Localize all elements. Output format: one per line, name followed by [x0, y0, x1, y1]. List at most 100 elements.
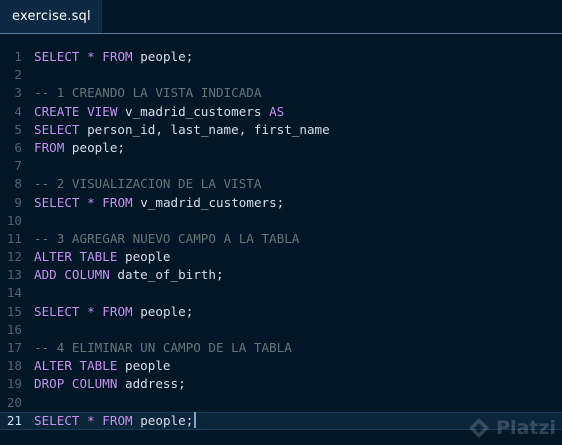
code-area[interactable]: 1 SELECT * FROM people; 2 3 -- 1 CREANDO LA … — [0, 48, 562, 430]
sql-identifier — [80, 195, 88, 210]
line-number: 3 — [14, 85, 22, 101]
sql-identifier: v_madrid_customers; — [132, 194, 285, 210]
line-number: 21 — [6, 412, 22, 428]
code-line[interactable]: 8 -- 2 VISUALIZACION DE LA VISTA — [0, 175, 562, 193]
line-number: 6 — [14, 139, 22, 155]
sql-identifier: people; — [132, 412, 194, 428]
sql-identifier: people — [117, 249, 171, 265]
sql-keyword: FROM — [102, 412, 133, 428]
line-text: SELECT person_id, last_name, first_name — [34, 121, 330, 139]
sql-identifier: people — [117, 358, 171, 374]
line-text: SELECT * FROM people; — [34, 48, 193, 66]
line-text: CREATE VIEW v_madrid_customers AS — [34, 103, 284, 121]
sql-keyword: SELECT — [34, 194, 80, 210]
line-text: -- 2 VISUALIZACION DE LA VISTA — [34, 175, 261, 193]
code-line[interactable]: 20 — [0, 394, 562, 412]
code-line[interactable]: 17 -- 4 ELIMINAR UN CAMPO DE LA TABLA — [0, 339, 562, 357]
tab-bar: exercise.sql — [0, 0, 562, 34]
sql-keyword: ADD COLUMN — [34, 267, 110, 283]
code-line[interactable]: 6 FROM people; — [0, 139, 562, 157]
line-number: 17 — [6, 340, 22, 355]
line-text: FROM people; — [34, 139, 125, 157]
code-line[interactable]: 5 SELECT person_id, last_name, first_name — [0, 121, 562, 139]
code-line[interactable]: 2 — [0, 66, 562, 84]
sql-comment: -- 1 CREANDO LA VISTA INDICADA — [34, 85, 262, 101]
line-number: 20 — [6, 394, 22, 410]
line-number: 7 — [14, 158, 22, 174]
line-number: 8 — [14, 176, 22, 192]
code-line[interactable]: 11 -- 3 AGREGAR NUEVO CAMPO A LA TABLA — [0, 230, 562, 248]
line-number: 18 — [6, 358, 22, 374]
line-number: 4 — [14, 103, 22, 119]
sql-identifier: person_id, last_name, first_name — [79, 121, 330, 137]
line-number: 19 — [6, 376, 22, 392]
line-number: 9 — [14, 194, 22, 210]
line-number: 1 — [14, 49, 22, 64]
sql-identifier: people; — [132, 303, 194, 319]
code-line[interactable]: 10 — [0, 212, 562, 230]
sql-keyword: CREATE VIEW — [34, 103, 118, 119]
line-text: DROP COLUMN address; — [34, 375, 186, 393]
text-cursor — [194, 411, 197, 428]
platzi-watermark: Platzi — [468, 417, 556, 439]
sql-identifier — [80, 413, 88, 428]
line-text: -- 3 AGREGAR NUEVO CAMPO A LA TABLA — [34, 230, 299, 248]
line-text: -- 1 CREANDO LA VISTA INDICADA — [34, 84, 261, 102]
sql-comment: -- 3 AGREGAR NUEVO CAMPO A LA TABLA — [34, 230, 300, 246]
sql-operator: * — [87, 194, 95, 210]
sql-keyword: SELECT — [34, 121, 80, 137]
code-line[interactable]: 1 SELECT * FROM people; — [0, 48, 562, 66]
code-line[interactable]: 14 — [0, 284, 562, 302]
sql-operator: * — [87, 49, 95, 64]
sql-keyword: AS — [269, 103, 285, 119]
code-editor: exercise.sql 1 SELECT * FROM people; 2 3 -- … — [0, 0, 562, 445]
line-text: ALTER TABLE people — [34, 248, 170, 266]
line-number: 2 — [14, 67, 22, 83]
line-text: ALTER TABLE people — [34, 357, 170, 375]
sql-identifier: people; — [64, 139, 126, 155]
line-number: 15 — [6, 303, 22, 319]
code-line[interactable]: 18 ALTER TABLE people — [0, 357, 562, 375]
code-line[interactable]: 7 — [0, 157, 562, 175]
sql-keyword: ALTER TABLE — [34, 249, 118, 265]
sql-operator: * — [87, 303, 95, 319]
sql-keyword: SELECT — [34, 303, 80, 319]
platzi-logo-icon — [469, 418, 490, 438]
sql-identifier: date_of_birth; — [109, 267, 224, 283]
sql-keyword: FROM — [102, 49, 133, 64]
line-text: SELECT * FROM people; — [34, 303, 193, 321]
code-line[interactable]: 13 ADD COLUMN date_of_birth; — [0, 266, 562, 284]
sql-identifier — [80, 304, 88, 319]
line-text: SELECT * FROM v_madrid_customers; — [34, 194, 284, 212]
tab-exercise-sql[interactable]: exercise.sql — [0, 0, 102, 33]
code-line[interactable]: 3 -- 1 CREANDO LA VISTA INDICADA — [0, 84, 562, 102]
sql-identifier: people; — [132, 49, 194, 64]
line-number: 13 — [6, 267, 22, 283]
sql-comment: -- 2 VISUALIZACION DE LA VISTA — [34, 176, 262, 192]
sql-keyword: FROM — [34, 139, 65, 155]
code-line[interactable]: 4 CREATE VIEW v_madrid_customers AS — [0, 103, 562, 121]
line-number: 11 — [6, 230, 22, 246]
code-line[interactable]: 15 SELECT * FROM people; — [0, 303, 562, 321]
sql-keyword: SELECT — [34, 49, 80, 64]
line-number: 10 — [6, 212, 22, 228]
sql-operator: * — [87, 412, 95, 428]
sql-keyword: ALTER TABLE — [34, 358, 118, 374]
line-number: 5 — [14, 121, 22, 137]
sql-keyword: FROM — [102, 303, 133, 319]
line-number: 12 — [6, 249, 22, 265]
line-text: ADD COLUMN date_of_birth; — [34, 266, 224, 284]
sql-identifier: address; — [117, 376, 186, 392]
sql-comment: -- 4 ELIMINAR UN CAMPO DE LA TABLA — [34, 340, 292, 355]
watermark-text: Platzi — [496, 417, 556, 439]
code-line[interactable]: 16 — [0, 321, 562, 339]
code-line[interactable]: 9 SELECT * FROM v_madrid_customers; — [0, 194, 562, 212]
sql-keyword: SELECT — [34, 412, 80, 428]
sql-keyword: FROM — [102, 194, 133, 210]
code-line[interactable]: 12 ALTER TABLE people — [0, 248, 562, 266]
tab-label: exercise.sql — [12, 9, 91, 24]
code-line[interactable]: 19 DROP COLUMN address; — [0, 375, 562, 393]
line-number: 16 — [6, 321, 22, 337]
sql-keyword: DROP COLUMN — [34, 376, 118, 392]
sql-identifier: v_madrid_customers — [117, 103, 270, 119]
